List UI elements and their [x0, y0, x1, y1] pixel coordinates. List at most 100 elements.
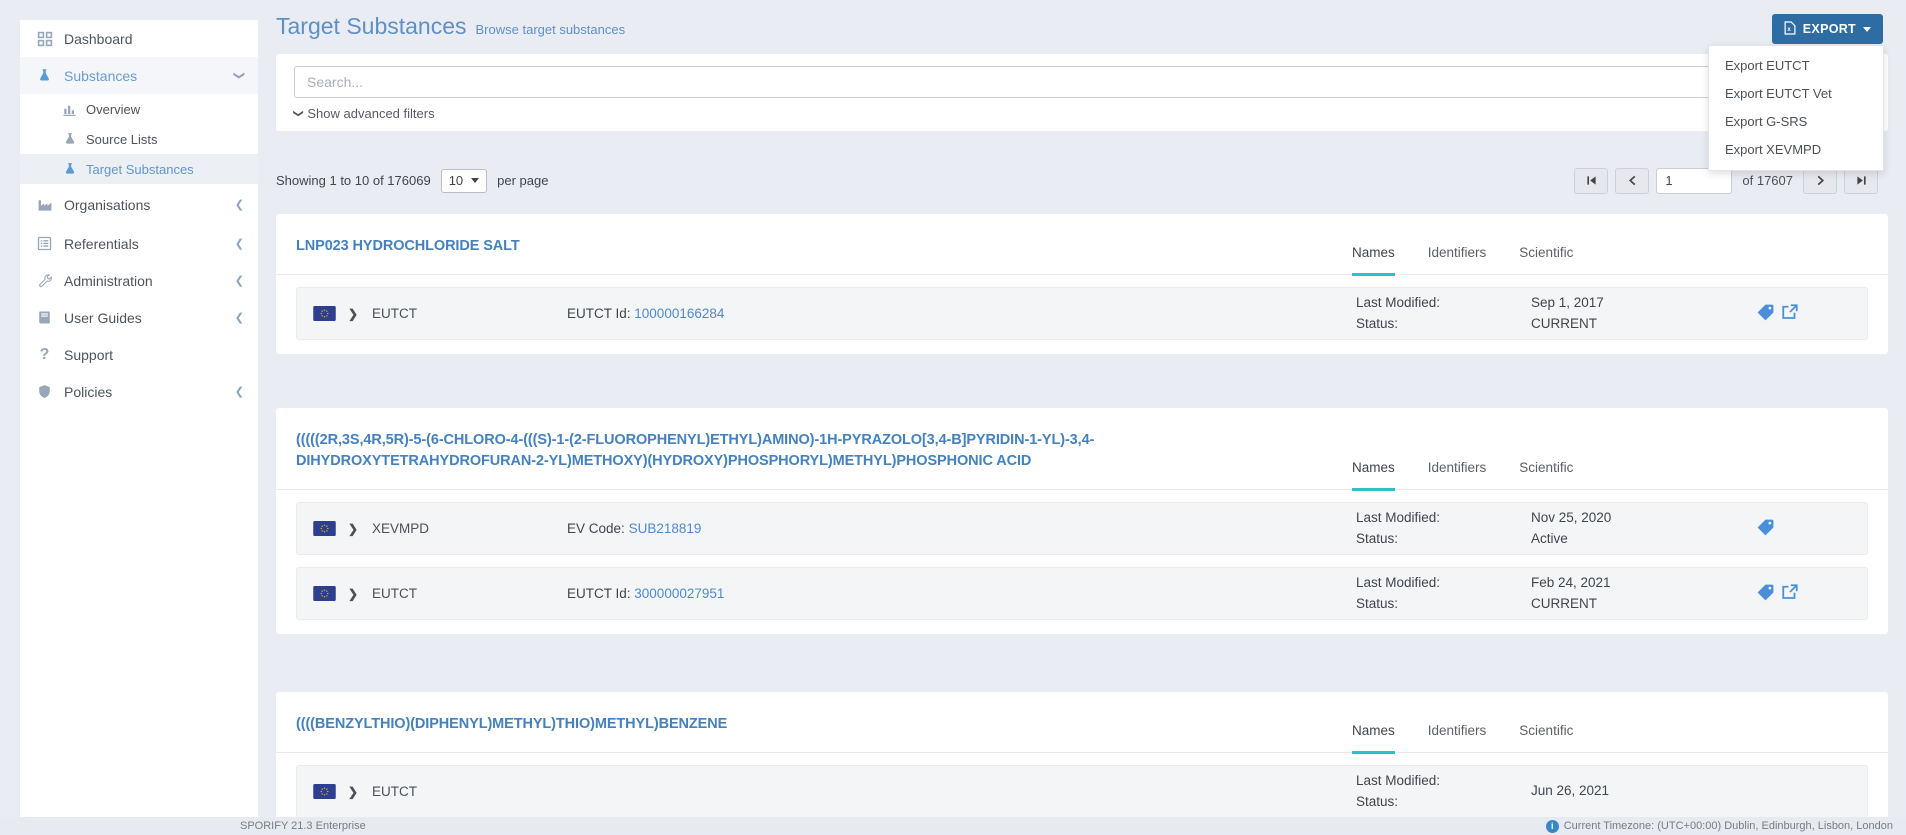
meta-values: Feb 24, 2021 CURRENT: [1531, 573, 1756, 615]
sidebar-item-policies[interactable]: Policies ❮: [20, 373, 258, 410]
per-page-label: per page: [497, 173, 549, 188]
sidebar-item-user-guides[interactable]: User Guides ❮: [20, 299, 258, 336]
first-page-button[interactable]: [1574, 167, 1609, 194]
last-modified-value: Sep 1, 2017: [1531, 294, 1604, 310]
row-actions: [1756, 303, 1851, 325]
tab-identifiers[interactable]: Identifiers: [1428, 723, 1487, 754]
sidebar-item-source-lists[interactable]: Source Lists: [20, 124, 258, 154]
tag-icon[interactable]: [1756, 583, 1775, 605]
shield-icon: [36, 383, 53, 400]
expand-row-chevron-icon[interactable]: ❯: [348, 785, 360, 799]
id-link[interactable]: SUB218819: [629, 521, 702, 536]
substance-title[interactable]: LNP023 HYDROCHLORIDE SALT: [296, 236, 1306, 274]
expand-row-chevron-icon[interactable]: ❯: [348, 587, 360, 601]
last-modified-value: Jun 26, 2021: [1531, 783, 1610, 799]
last-modified-label: Last Modified:: [1356, 574, 1441, 590]
sidebar-label: Source Lists: [86, 131, 158, 147]
chevron-left-icon: ❮: [234, 275, 244, 287]
sidebar-item-administration[interactable]: Administration ❮: [20, 262, 258, 299]
book-icon: [36, 309, 53, 326]
tag-icon[interactable]: [1756, 303, 1775, 325]
last-modified-value: Feb 24, 2021: [1531, 574, 1611, 590]
source-row: ❯ XEVMPD EV Code: SUB218819 Last Modifie…: [296, 502, 1868, 556]
status-label: Status:: [1356, 793, 1399, 809]
last-modified-label: Last Modified:: [1356, 509, 1441, 525]
meta-labels: Last Modified: Status:: [1356, 573, 1531, 615]
sidebar-item-overview[interactable]: Overview: [20, 94, 258, 124]
sidebar-item-organisations[interactable]: Organisations ❮: [20, 184, 258, 225]
page-header: Target Substances Browse target substanc…: [276, 13, 1888, 40]
export-button[interactable]: x EXPORT: [1771, 14, 1883, 44]
meta-values: Jun 26, 2021: [1531, 781, 1756, 802]
tab-names[interactable]: Names: [1352, 245, 1395, 277]
chevron-down-icon: ❯: [292, 109, 304, 118]
eu-flag-icon: [313, 586, 336, 602]
tag-icon[interactable]: [1756, 518, 1775, 540]
timezone-label: Current Timezone: (UTC+00:00) Dublin, Ed…: [1563, 820, 1893, 832]
page-number-input[interactable]: [1656, 167, 1733, 194]
card-rows: ❯ EUTCT EUTCT Id: 100000166284 Last Modi…: [276, 275, 1888, 354]
previous-page-button[interactable]: [1615, 167, 1650, 194]
page-subtitle: Browse target substances: [475, 22, 626, 37]
external-link-icon[interactable]: [1781, 303, 1799, 324]
tab-identifiers[interactable]: Identifiers: [1428, 460, 1487, 491]
source-name: EUTCT: [372, 784, 417, 800]
page-title: Target Substances: [276, 13, 467, 39]
flask-icon: [62, 132, 77, 147]
menu-item-export-g-srs[interactable]: Export G-SRS: [1709, 108, 1883, 136]
meta-labels: Last Modified: Status:: [1356, 771, 1531, 813]
page-size-value: 10: [448, 173, 464, 188]
sidebar-item-dashboard[interactable]: Dashboard: [20, 20, 258, 57]
info-icon[interactable]: i: [1545, 819, 1559, 833]
card-rows: ❯ XEVMPD EV Code: SUB218819 Last Modifie…: [276, 490, 1888, 634]
tab-scientific[interactable]: Scientific: [1519, 460, 1573, 491]
menu-item-export-xevmpd[interactable]: Export XEVMPD: [1709, 136, 1883, 164]
chevron-left-icon: ❮: [234, 199, 244, 211]
expand-row-chevron-icon[interactable]: ❯: [348, 522, 360, 536]
app-version-label: SPORIFY 21.3 Enterprise: [240, 820, 366, 832]
showing-text: Showing 1 to 10 of 176069: [276, 173, 431, 188]
menu-item-export-eutct[interactable]: Export EUTCT: [1709, 52, 1883, 80]
caret-down-icon: [1863, 26, 1871, 32]
source-id: EUTCT Id: 300000027951: [567, 586, 1356, 601]
substance-card: LNP023 HYDROCHLORIDE SALT Names Identifi…: [276, 214, 1888, 355]
status-value: Active: [1531, 530, 1568, 546]
id-link[interactable]: 300000027951: [634, 586, 724, 601]
dashboard-grid-icon: [36, 30, 53, 47]
sidebar-label: Target Substances: [86, 161, 194, 177]
tab-names[interactable]: Names: [1352, 723, 1395, 755]
card-tabs: Names Identifiers Scientific: [1352, 723, 1573, 755]
tab-names[interactable]: Names: [1352, 460, 1395, 492]
substance-title[interactable]: (((((2R,3S,4R,5R)-5-(6-CHLORO-4-(((S)-1-…: [296, 430, 1306, 489]
external-link-icon[interactable]: [1781, 583, 1799, 604]
expand-row-chevron-icon[interactable]: ❯: [348, 307, 360, 321]
last-page-button[interactable]: [1844, 167, 1878, 194]
sidebar-label: Policies: [64, 383, 113, 400]
status-label: Status:: [1356, 530, 1399, 546]
card-tabs: Names Identifiers Scientific: [1352, 245, 1573, 277]
id-link[interactable]: 100000166284: [634, 306, 724, 321]
source-id: EV Code: SUB218819: [567, 521, 1356, 536]
show-advanced-filters-link[interactable]: ❯ Show advanced filters: [292, 106, 435, 121]
filter-panel: ❯ Show advanced filters: [276, 54, 1888, 131]
substance-title[interactable]: ((((BENZYLTHIO)(DIPHENYL)METHYL)THIO)MET…: [296, 714, 1306, 752]
menu-item-export-eutct-vet[interactable]: Export EUTCT Vet: [1709, 80, 1883, 108]
source-row: ❯ EUTCT EUTCT Id: 300000027951 Last Modi…: [296, 567, 1868, 621]
sidebar-item-referentials[interactable]: Referentials ❮: [20, 225, 258, 262]
sidebar-item-target-substances[interactable]: Target Substances: [20, 154, 258, 184]
tab-identifiers[interactable]: Identifiers: [1428, 245, 1487, 276]
tab-scientific[interactable]: Scientific: [1519, 245, 1573, 276]
source-name: XEVMPD: [372, 521, 430, 537]
sidebar-label: User Guides: [64, 309, 142, 326]
sidebar-label: Organisations: [64, 196, 151, 213]
list-controls: Showing 1 to 10 of 176069 10 per page of…: [276, 167, 1888, 194]
sidebar-item-substances[interactable]: Substances ❯: [20, 57, 258, 94]
next-page-button[interactable]: [1803, 167, 1837, 194]
chevron-left-icon: ❮: [234, 386, 244, 398]
search-input[interactable]: [294, 66, 1870, 98]
page-size-select[interactable]: 10: [440, 168, 488, 193]
sidebar-item-support[interactable]: ? Support: [20, 336, 258, 373]
svg-text:x: x: [1787, 27, 1791, 33]
source-name: EUTCT: [372, 586, 417, 602]
tab-scientific[interactable]: Scientific: [1519, 723, 1573, 754]
